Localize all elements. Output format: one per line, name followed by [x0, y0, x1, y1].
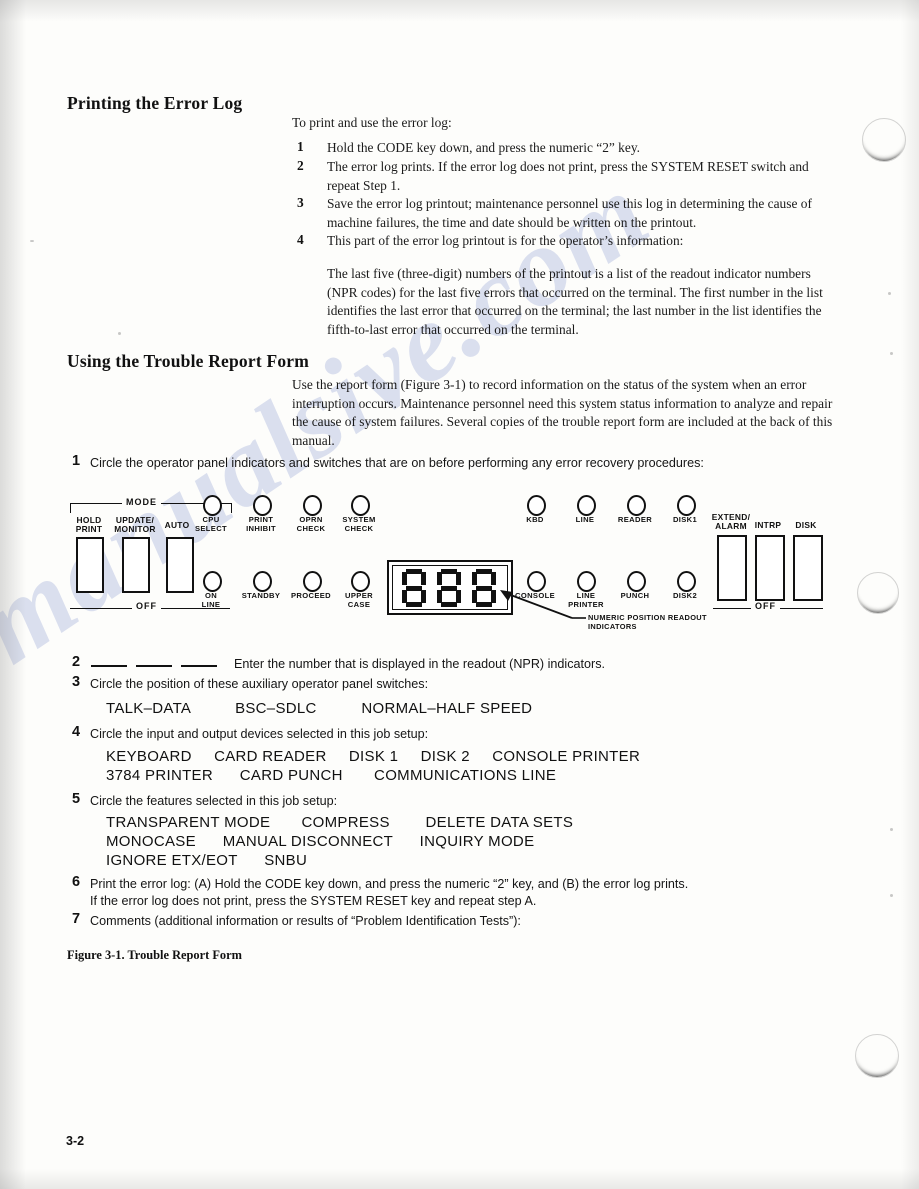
- lamp-label-oprn-check: OPRN CHECK: [296, 515, 326, 533]
- step-number: 2: [297, 158, 304, 173]
- mode-switch-update-monitor[interactable]: [122, 537, 150, 593]
- readout-digit: [471, 568, 498, 607]
- form-item-text-5: Circle the features selected in this job…: [90, 794, 338, 808]
- lamp-reader[interactable]: [627, 495, 646, 516]
- form-item-5-options-line-3[interactable]: IGNORE ETX/EOT SNBU: [106, 850, 307, 871]
- lamp-punch[interactable]: [627, 571, 646, 592]
- lamp-on-line[interactable]: [203, 571, 222, 592]
- form-item-text-2: Enter the number that is displayed in th…: [234, 657, 606, 671]
- right-switch-extend-alarm[interactable]: [717, 535, 747, 601]
- form-item-4-options-line-2[interactable]: 3784 PRINTER CARD PUNCH COMMUNICATIONS L…: [106, 765, 556, 786]
- right-switch-label-disk: DISK: [795, 520, 817, 530]
- mode-switch-label-hold-print: HOLD PRINT: [75, 515, 103, 535]
- document-page: manualsive.com Printing the Error Log To…: [0, 0, 919, 1189]
- lamp-console[interactable]: [527, 571, 546, 592]
- lamp-disk1[interactable]: [677, 495, 696, 516]
- form-item-5-options-line-1[interactable]: TRANSPARENT MODE COMPRESS DELETE DATA SE…: [106, 812, 573, 833]
- step-text: This part of the error log printout is f…: [327, 233, 684, 248]
- readout-digit: [402, 568, 428, 607]
- lamp-upper-case[interactable]: [351, 571, 370, 592]
- lamp-label-line: LINE: [575, 515, 595, 524]
- section-heading-trouble-report-form: Using the Trouble Report Form: [67, 351, 310, 371]
- readout-digit: [436, 568, 463, 607]
- form-item-5-options-line-2[interactable]: MONOCASE MANUAL DISCONNECT INQUIRY MODE: [106, 831, 534, 852]
- form-item-number-6: 6: [72, 874, 81, 890]
- step-number: 3: [297, 195, 304, 210]
- lamp-label-kbd: KBD: [526, 515, 544, 524]
- lamp-label-on-line: ON LINE: [201, 591, 221, 609]
- mode-switch-label-update-monitor: UPDATE/ MONITOR: [114, 515, 156, 535]
- lamp-label-line-printer: LINE PRINTER: [568, 591, 604, 609]
- form-item-text-1: Circle the operator panel indicators and…: [90, 456, 704, 470]
- readout-inner-frame: [392, 565, 508, 610]
- section2-intro: Use the report form (Figure 3-1) to reco…: [292, 377, 833, 448]
- mode-switch-auto[interactable]: [166, 537, 194, 593]
- form-item-number-5: 5: [72, 791, 81, 807]
- npr-blank[interactable]: [136, 665, 172, 667]
- operator-panel-diagram: MODE OFF HOLD PRINT UPDATE/ MONITOR AUTO…: [60, 485, 860, 640]
- right-off-label: OFF: [751, 601, 780, 611]
- lamp-label-cpu-select: CPU SELECT: [194, 515, 228, 533]
- lamp-label-proceed: PROCEED: [290, 591, 331, 600]
- form-item-text-7: Comments (additional information or resu…: [90, 914, 521, 928]
- section1-note-paragraph: The last five (three-digit) numbers of t…: [327, 266, 823, 337]
- step-text: The error log prints. If the error log d…: [327, 159, 809, 193]
- mode-off-label: OFF: [132, 601, 161, 611]
- lamp-standby[interactable]: [253, 571, 272, 592]
- step-number: 1: [297, 139, 304, 154]
- lamp-label-disk2: DISK2: [672, 591, 698, 600]
- form-item-text-4: Circle the input and output devices sele…: [90, 727, 429, 741]
- lamp-label-print-inhibit: PRINT INHIBIT: [246, 515, 276, 533]
- lamp-label-system-check: SYSTEM CHECK: [342, 515, 376, 533]
- lamp-label-reader: READER: [617, 515, 653, 524]
- lamp-cpu-select[interactable]: [203, 495, 222, 516]
- page-number: 3-2: [66, 1134, 85, 1148]
- lamp-kbd[interactable]: [527, 495, 546, 516]
- step-number: 4: [297, 232, 304, 247]
- form-item-number-1: 1: [72, 453, 81, 469]
- npr-blank[interactable]: [181, 665, 217, 667]
- form-item-text-6-line-1: Print the error log: (A) Hold the CODE k…: [90, 877, 689, 891]
- form-item-4-options-line-1[interactable]: KEYBOARD CARD READER DISK 1 DISK 2 CONSO…: [106, 746, 640, 767]
- numeric-position-readout-display: [387, 560, 513, 615]
- lamp-label-upper-case: UPPER CASE: [345, 591, 373, 609]
- section1-intro: To print and use the error log:: [292, 115, 452, 130]
- lamp-line-printer[interactable]: [577, 571, 596, 592]
- step-text: Save the error log printout; maintenance…: [327, 196, 812, 230]
- lamp-line[interactable]: [577, 495, 596, 516]
- lamp-print-inhibit[interactable]: [253, 495, 272, 516]
- npr-answer-blanks[interactable]: [91, 665, 217, 667]
- lamp-system-check[interactable]: [351, 495, 370, 516]
- form-item-number-2: 2: [72, 654, 81, 670]
- form-item-3-options[interactable]: TALK–DATA BSC–SDLC NORMAL–HALF SPEED: [106, 698, 532, 719]
- mode-bracket-label: MODE: [122, 497, 161, 507]
- right-switch-intrp[interactable]: [755, 535, 785, 601]
- readout-callout-label: NUMERIC POSITION READOUT INDICATORS: [588, 613, 707, 632]
- form-item-number-7: 7: [72, 911, 81, 927]
- lamp-disk2[interactable]: [677, 571, 696, 592]
- form-item-text-3: Circle the position of these auxiliary o…: [90, 677, 429, 691]
- form-item-number-4: 4: [72, 724, 81, 740]
- npr-blank[interactable]: [91, 665, 127, 667]
- figure-caption: Figure 3-1. Trouble Report Form: [67, 948, 242, 962]
- form-item-text-6-line-2: If the error log does not print, press t…: [90, 894, 537, 908]
- form-item-number-3: 3: [72, 674, 81, 690]
- lamp-oprn-check[interactable]: [303, 495, 322, 516]
- lamp-label-console: CONSOLE: [515, 591, 555, 600]
- mode-switch-hold-print[interactable]: [76, 537, 104, 593]
- right-switch-disk[interactable]: [793, 535, 823, 601]
- section-heading-printing-error-log: Printing the Error Log: [67, 93, 243, 113]
- lamp-label-punch: PUNCH: [620, 591, 650, 600]
- step-text: Hold the CODE key down, and press the nu…: [327, 140, 640, 155]
- lamp-proceed[interactable]: [303, 571, 322, 592]
